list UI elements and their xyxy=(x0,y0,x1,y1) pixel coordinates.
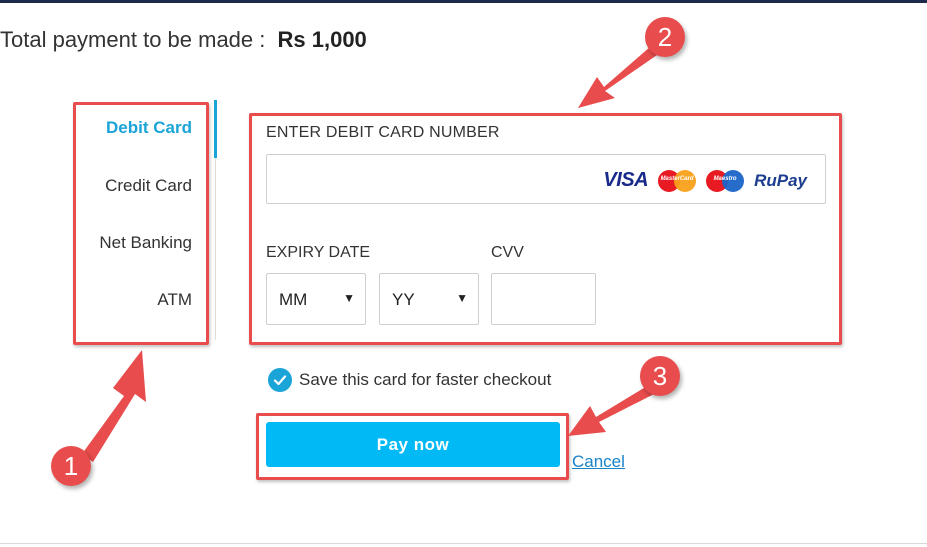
arrow-1-icon xyxy=(82,350,146,462)
arrow-2-icon xyxy=(578,47,657,108)
arrow-3-icon xyxy=(568,383,658,436)
annotation-arrows xyxy=(82,47,658,462)
annotation-badge-3: 3 xyxy=(640,356,680,396)
annotation-badge-2: 2 xyxy=(645,17,685,57)
annotation-badge-1: 1 xyxy=(51,446,91,486)
